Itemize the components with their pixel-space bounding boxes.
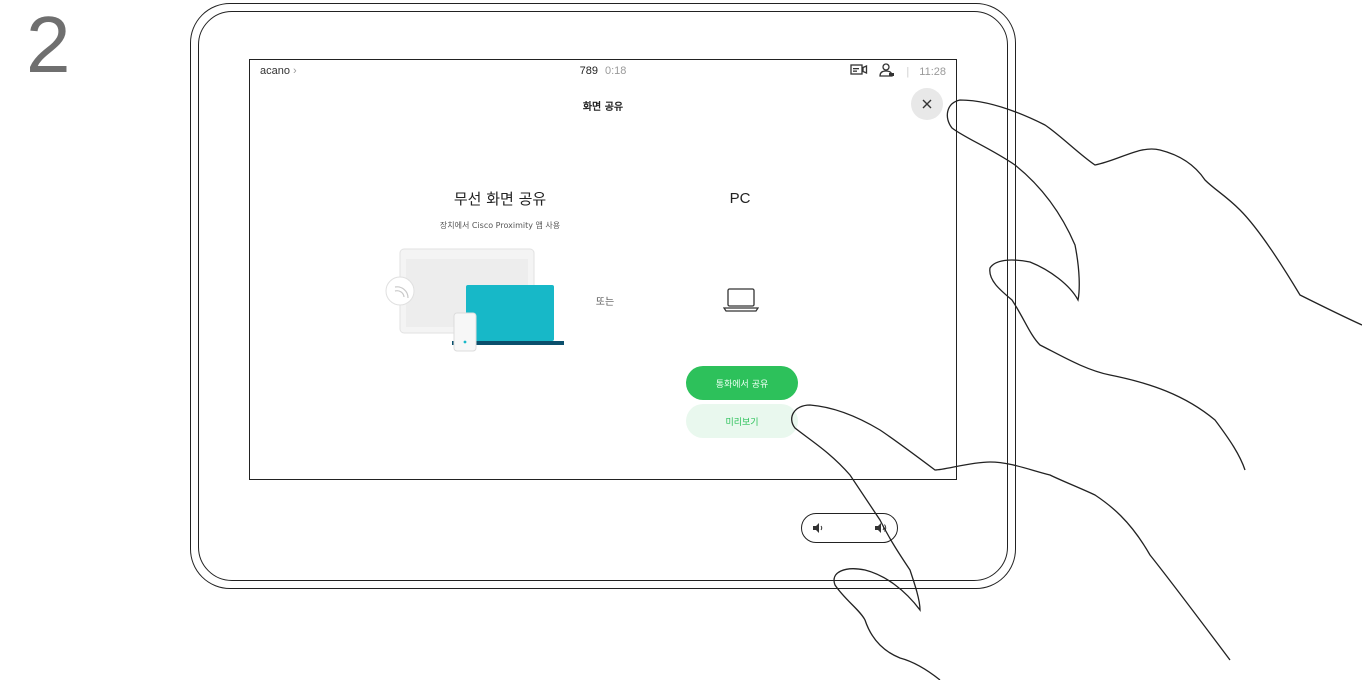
volume-up-icon[interactable] bbox=[874, 520, 888, 539]
close-icon bbox=[922, 99, 932, 109]
self-view-icon[interactable] bbox=[850, 63, 868, 80]
volume-down-icon[interactable] bbox=[812, 520, 824, 539]
status-right-group: | 11:28 bbox=[850, 63, 946, 80]
status-bar: acano › 789 0:18 | 11:28 bbox=[250, 60, 956, 84]
or-separator-text: 또는 bbox=[595, 297, 615, 308]
participants-icon[interactable] bbox=[878, 63, 896, 80]
call-duration: 0:18 bbox=[605, 65, 627, 77]
call-number: 789 bbox=[579, 65, 598, 77]
wireless-share-illustration bbox=[380, 245, 570, 359]
wireless-share-title: 무선 화면 공유 bbox=[453, 190, 547, 208]
volume-control[interactable] bbox=[801, 513, 898, 543]
share-in-call-button[interactable]: 통화에서 공유 bbox=[686, 366, 798, 400]
wireless-share-subtitle: 장치에서 Cisco Proximity 앱 사용 bbox=[439, 221, 561, 230]
status-separator: | bbox=[906, 65, 910, 78]
touch-screen: acano › 789 0:18 | 11:28 화면 공유 무선 화면 공유 … bbox=[249, 59, 957, 480]
step-number: 2 bbox=[26, 0, 71, 89]
pc-share-title: PC bbox=[729, 190, 751, 207]
close-button[interactable] bbox=[911, 88, 943, 120]
dialog-title: 화면 공유 bbox=[582, 102, 624, 113]
preview-button[interactable]: 미리보기 bbox=[686, 404, 798, 438]
clock: 11:28 bbox=[919, 65, 946, 78]
laptop-icon bbox=[722, 286, 760, 318]
